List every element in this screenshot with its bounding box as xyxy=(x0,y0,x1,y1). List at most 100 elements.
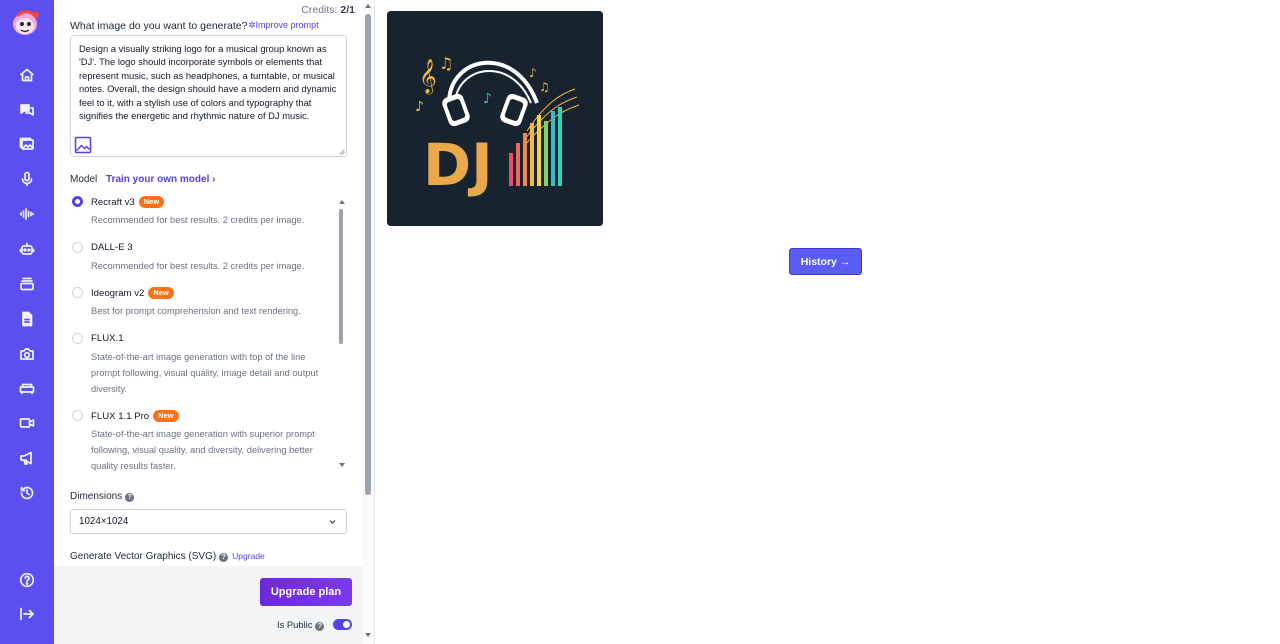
help-icon[interactable]: ? xyxy=(125,493,135,502)
model-name: FLUX.1 xyxy=(91,333,124,344)
sidebar-item-photo[interactable] xyxy=(13,340,41,368)
microphone-icon xyxy=(21,171,33,187)
dj-logo-image: 𝄞 ♫ ♪ ♪ ♪ ♫ DJ xyxy=(387,11,603,226)
upgrade-plan-button[interactable]: Upgrade plan xyxy=(260,578,352,606)
panel-footer: Upgrade plan Is Public? xyxy=(54,566,363,644)
dimensions-value: 1024×1024 xyxy=(79,516,129,527)
sidebar-item-logout[interactable] xyxy=(13,600,41,628)
scrollbar-thumb[interactable] xyxy=(365,14,371,495)
panel-scrollbar[interactable] xyxy=(363,0,374,644)
radio-button[interactable] xyxy=(72,410,83,421)
svg-text:♫: ♫ xyxy=(439,54,453,73)
svg-text:♪: ♪ xyxy=(483,91,492,107)
model-description: State-of-the-art image generation with s… xyxy=(91,429,315,471)
robot-icon xyxy=(19,242,35,255)
sidebar-item-documents[interactable] xyxy=(13,305,41,333)
train-model-label: Train your own model xyxy=(106,174,210,185)
history-icon xyxy=(20,486,34,500)
sidebar xyxy=(0,0,54,644)
scroll-up-arrow[interactable] xyxy=(365,4,371,8)
svg-text:♪: ♪ xyxy=(529,66,537,80)
model-description: State-of-the-art image generation with t… xyxy=(91,352,319,394)
image-upload-icon[interactable] xyxy=(74,136,92,154)
sidebar-item-home[interactable] xyxy=(13,61,41,89)
svg-upgrade-link[interactable]: Upgrade xyxy=(232,551,265,561)
generated-image[interactable]: 𝄞 ♫ ♪ ♪ ♪ ♫ DJ xyxy=(387,11,603,226)
logout-icon xyxy=(20,607,34,621)
mascot-logo-icon[interactable] xyxy=(11,9,41,37)
panel-scroll-area: Credits: 2/1 What image do you want to g… xyxy=(54,0,363,566)
scroll-down-arrow[interactable] xyxy=(365,633,371,637)
is-public-toggle[interactable] xyxy=(333,619,352,630)
model-label: Model xyxy=(70,174,98,185)
sidebar-item-voice[interactable] xyxy=(13,165,41,193)
chat-icon xyxy=(20,104,34,116)
radio-button[interactable] xyxy=(72,333,83,344)
svg-label: Generate Vector Graphics (SVG) xyxy=(70,551,217,562)
sparkle-icon: ✲ xyxy=(248,20,256,30)
app-root: Credits: 2/1 What image do you want to g… xyxy=(0,0,1280,644)
model-list-scrollbar[interactable] xyxy=(339,209,343,344)
prompt-label: What image do you want to generate? xyxy=(70,20,248,32)
is-public-row: Is Public? xyxy=(277,619,325,631)
help-icon[interactable]: ? xyxy=(219,553,229,562)
model-name: Ideogram v2 xyxy=(91,288,145,299)
new-badge: New xyxy=(153,410,179,422)
sidebar-item-history[interactable] xyxy=(13,479,41,507)
camera-icon xyxy=(20,348,34,360)
sidebar-item-audio[interactable] xyxy=(13,200,41,228)
model-description: Best for prompt comprehension and text r… xyxy=(91,306,301,316)
images-icon xyxy=(19,137,34,150)
model-list-scroll-up[interactable] xyxy=(339,200,345,204)
radio-button[interactable] xyxy=(72,287,83,298)
model-name-row: FLUX.1 xyxy=(91,333,124,344)
dimensions-row: Dimensions? xyxy=(70,491,135,502)
sidebar-item-chat[interactable] xyxy=(13,96,41,124)
help-icon[interactable]: ? xyxy=(315,622,325,631)
generator-panel: Credits: 2/1 What image do you want to g… xyxy=(54,0,363,644)
credits-counter: Credits: 2/1 xyxy=(301,4,355,16)
history-button[interactable]: History → xyxy=(789,248,862,275)
radio-button[interactable] xyxy=(72,242,83,253)
model-list-scroll-down[interactable] xyxy=(339,463,345,467)
sidebar-item-bots[interactable] xyxy=(13,235,41,263)
sidebar-item-interior[interactable] xyxy=(13,374,41,402)
sidebar-item-storage[interactable] xyxy=(13,270,41,298)
model-name: FLUX 1.1 Pro xyxy=(91,411,150,422)
model-name: DALL-E 3 xyxy=(91,242,133,253)
radio-button[interactable] xyxy=(72,196,83,207)
model-list: Recraft v3 New Recommended for best resul… xyxy=(70,192,348,474)
megaphone-icon xyxy=(20,451,32,465)
is-public-label: Is Public xyxy=(277,619,313,630)
resize-grip-icon[interactable] xyxy=(338,148,345,155)
home-icon xyxy=(20,68,34,82)
model-name-row: Ideogram v2 New xyxy=(91,287,174,299)
credits-label: Credits: xyxy=(301,4,338,16)
waveform-icon xyxy=(20,208,34,220)
sidebar-item-video[interactable] xyxy=(13,409,41,437)
svg-option-row: Generate Vector Graphics (SVG)? Upgrade xyxy=(70,551,265,562)
new-badge: New xyxy=(138,196,165,208)
svg-text:𝄞: 𝄞 xyxy=(419,59,437,95)
train-own-model-link[interactable]: Train your own model › xyxy=(106,174,215,185)
svg-text:♪: ♪ xyxy=(415,99,424,115)
prompt-textarea[interactable]: Design a visually striking logo for a mu… xyxy=(70,35,347,157)
chevron-right-icon: › xyxy=(212,174,216,185)
model-name: Recraft v3 xyxy=(91,197,135,208)
model-description: Recommended for best results. 2 credits … xyxy=(91,261,305,271)
panel-divider xyxy=(374,0,375,644)
sidebar-item-images[interactable] xyxy=(13,130,41,158)
dimensions-label: Dimensions xyxy=(70,491,123,502)
model-name-row: Recraft v3 New xyxy=(91,196,165,208)
dimensions-select[interactable]: 1024×1024 xyxy=(70,509,347,534)
sofa-icon xyxy=(19,383,35,395)
sidebar-item-help[interactable] xyxy=(13,566,41,594)
dj-logo-text: DJ xyxy=(423,131,493,199)
model-name-row: DALL-E 3 xyxy=(91,242,133,253)
svg-text:♫: ♫ xyxy=(539,80,550,94)
prompt-text[interactable]: Design a visually striking logo for a mu… xyxy=(79,42,341,122)
sidebar-item-marketing[interactable] xyxy=(13,444,41,472)
model-description: Recommended for best results. 2 credits … xyxy=(91,215,305,225)
improve-prompt-label: Improve prompt xyxy=(255,20,319,30)
improve-prompt-link[interactable]: ✲Improve prompt xyxy=(248,20,319,31)
